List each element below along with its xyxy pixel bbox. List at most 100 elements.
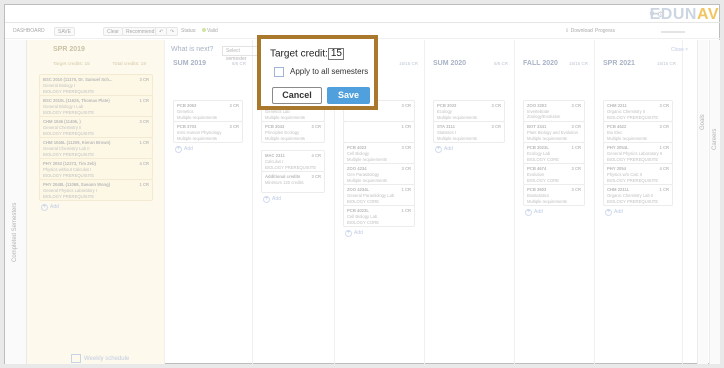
course-card[interactable]: BSC 2010L (11625, Thomas Plate) 1 CR Gener… <box>39 95 153 117</box>
course-requirement: BIOLOGY CORE <box>347 220 380 225</box>
clear-button[interactable]: Clear <box>103 27 123 36</box>
target-credit-input[interactable]: 15 <box>327 48 344 60</box>
semester-header: SPR 2021 15/15 CR <box>603 60 676 67</box>
credit-summary: Target credits: 15 Total credits: 18 <box>53 62 158 67</box>
goals-tab[interactable]: Goals <box>697 40 708 364</box>
add-course-link[interactable]: + Add <box>605 209 623 216</box>
semester-column: FALL 2020 15/15 CR ZOO 3203 3 CR Invertebrat… <box>515 40 595 364</box>
course-card[interactable]: 1 CR <box>343 121 415 143</box>
apply-all-checkbox[interactable] <box>274 67 284 77</box>
recommend-button[interactable]: Recommend <box>122 27 159 36</box>
course-card[interactable]: PCB 3703 3 CR Intro Human Physiology Multip… <box>173 121 243 143</box>
course-card[interactable]: PHY 2054 4 CR Physics w/o Calc II BIOLOGY P… <box>603 163 673 185</box>
goals-label: Goals <box>700 114 706 130</box>
plus-icon: + <box>175 146 182 153</box>
course-credits: 4 CR <box>311 153 321 158</box>
careers-tab[interactable]: Careers <box>709 40 720 364</box>
course-name: Biostatistics <box>527 193 550 198</box>
course-card[interactable]: PHY 2048L (11068, Sueann Wong) 1 CR Genera… <box>39 179 153 201</box>
semester-select[interactable]: Select semester <box>222 46 262 62</box>
course-card[interactable]: PCB 3603 3 CR Biostatistics Multiple requir… <box>523 184 585 206</box>
course-requirement: Multiple requirements <box>177 115 218 120</box>
course-card[interactable]: ZOO 4234 3 CR Gen Parasitology Multiple req… <box>343 163 415 185</box>
semester-header: SPR 2019 <box>53 46 158 53</box>
course-name: General Physics Laboratory I <box>43 188 97 193</box>
course-credits: 3 CR <box>229 103 239 108</box>
course-card[interactable]: CHM 1046L (11209, Kieran Brown) 1 CR Gener… <box>39 137 153 159</box>
course-card[interactable]: PCB 4023L 1 CR Cell Biology Lab BIOLOGY COR… <box>343 205 415 227</box>
course-card[interactable]: Additional credits 3 CR Minimum 120 credit… <box>261 171 325 193</box>
cancel-button[interactable]: Cancel <box>272 87 322 104</box>
course-card[interactable]: BSC 2010 (11170, Dr. Samuel Sch... 3 CR Ge… <box>39 74 153 96</box>
course-credits: 3 CR <box>401 103 411 108</box>
course-card[interactable]: PCB 4674 3 CR Evolution BIOLOGY CORE <box>523 163 585 185</box>
add-course-link[interactable]: + Add <box>263 196 281 203</box>
total-credits: Total credits: 18 <box>112 62 146 67</box>
semester-credits: 6/6 CR <box>493 61 508 66</box>
add-course-link[interactable]: + Add <box>41 204 59 211</box>
plus-icon: + <box>345 230 352 237</box>
course-requirement: Multiple requirements <box>347 157 388 162</box>
course-card[interactable]: PCB 3063 3 CR Genetics Multiple requirement… <box>173 100 243 122</box>
save-plan-button[interactable]: SAVE <box>54 27 75 36</box>
course-requirement: BIOLOGY PREREQUISITE <box>607 199 659 204</box>
target-credit-row: Target credit: 15 <box>270 48 344 60</box>
course-credits: 3 CR <box>401 145 411 150</box>
semester-credits: 15/15 CR <box>398 61 418 66</box>
course-name: Cell Biology Lab <box>347 214 378 219</box>
apply-all-label[interactable]: Apply to all semesters <box>290 67 368 76</box>
redo-icon: ↷ <box>170 29 175 35</box>
progress-bar <box>661 31 685 33</box>
course-card[interactable]: CHM 1046 (11406, ) 3 CR General Chemistry … <box>39 116 153 138</box>
course-name: General Physics Laboratory II <box>607 151 663 156</box>
add-label: Add <box>534 209 543 215</box>
course-card[interactable]: STA 3111 3 CR Statistics I Multiple require… <box>433 121 505 143</box>
course-card[interactable]: ZOO 3203 3 CR Invertebrate Zoology/Evoluti… <box>523 100 585 122</box>
completed-semesters-label: Completed Semesters <box>12 202 18 262</box>
course-card[interactable]: PCB 3043 3 CR Principles Ecology Multiple r… <box>261 121 325 143</box>
dashboard-link[interactable]: DASHBOARD <box>13 27 45 36</box>
download-link[interactable]: ⇩ Download <box>565 27 593 36</box>
add-course-link[interactable]: + Add <box>345 230 363 237</box>
target-credits[interactable]: Target credits: 15 <box>53 62 90 67</box>
course-name: Ecology <box>437 109 452 114</box>
add-course-link[interactable]: + Add <box>175 146 193 153</box>
course-card[interactable]: BOT 3341 3 CR Plant Biology and Evolution M… <box>523 121 585 143</box>
course-card[interactable]: PCB 4522 3 CR Bio Elec Multiple requirement… <box>603 121 673 143</box>
add-course-link[interactable]: + Add <box>525 209 543 216</box>
semester-credits: 15/15 CR <box>656 61 676 66</box>
course-card[interactable]: CHM 2211 3 CR Organic Chemistry II BIOLOGY … <box>603 100 673 122</box>
course-card[interactable]: PHY 2053 (12273, Tim Zeb) 4 CR Physics wit… <box>39 158 153 180</box>
save-button[interactable]: Save <box>327 87 370 104</box>
course-card[interactable]: ZOO 4234L 1 CR General Parasitology Lab BIO… <box>343 184 415 206</box>
course-card[interactable]: PCB 3033 3 CR Ecology Multiple requirements <box>433 100 505 122</box>
course-card[interactable]: CHM 2211L 1 CR Organic Chemistry Lab II BIO… <box>603 184 673 206</box>
add-label: Add <box>272 196 281 202</box>
close-whats-next[interactable]: Close × <box>671 47 688 53</box>
completed-semesters-tab[interactable]: Completed Semesters <box>5 40 27 364</box>
add-label: Add <box>614 209 623 215</box>
course-requirement: BIOLOGY CORE <box>347 199 380 204</box>
weekly-schedule-button[interactable]: Weekly schedule <box>71 354 129 363</box>
plus-icon: + <box>41 204 48 211</box>
course-requirement: BIOLOGY PREREQUISITE <box>43 152 95 157</box>
semester-title: SPR 2019 <box>53 46 85 53</box>
redo-button[interactable]: ↷ <box>166 27 179 36</box>
course-card[interactable]: MAC 2311 4 CR Calculus I BIOLOGY PREREQUISI… <box>261 150 325 172</box>
course-requirement: Multiple requirements <box>265 136 306 141</box>
course-requirement: Multiple requirements <box>607 136 648 141</box>
course-card[interactable]: PCB 4023 3 CR Cell Biology Multiple require… <box>343 142 415 164</box>
course-card[interactable]: PHY 2054L 1 CR General Physics Laboratory … <box>603 142 673 164</box>
course-credits: 3 CR <box>401 166 411 171</box>
semester-header: SUM 2020 6/6 CR <box>433 60 508 67</box>
course-credits: 1 CR <box>139 182 149 187</box>
semester-title: FALL 2020 <box>523 60 558 67</box>
course-card[interactable]: PCB 3023L 1 CR Ecology Lab BIOLOGY CORE <box>523 142 585 164</box>
target-credit-modal: Target credit: 15 Apply to all semesters … <box>257 35 378 110</box>
add-course-link[interactable]: + Add <box>435 146 453 153</box>
course-title: BSC 2010L (11625, Thomas Plate) <box>43 98 110 103</box>
semester-credits: 15/15 CR <box>568 61 588 66</box>
course-name: Calculus I <box>265 159 284 164</box>
semester-title: SPR 2021 <box>603 60 635 67</box>
course-requirement: BIOLOGY CORE <box>527 178 560 183</box>
